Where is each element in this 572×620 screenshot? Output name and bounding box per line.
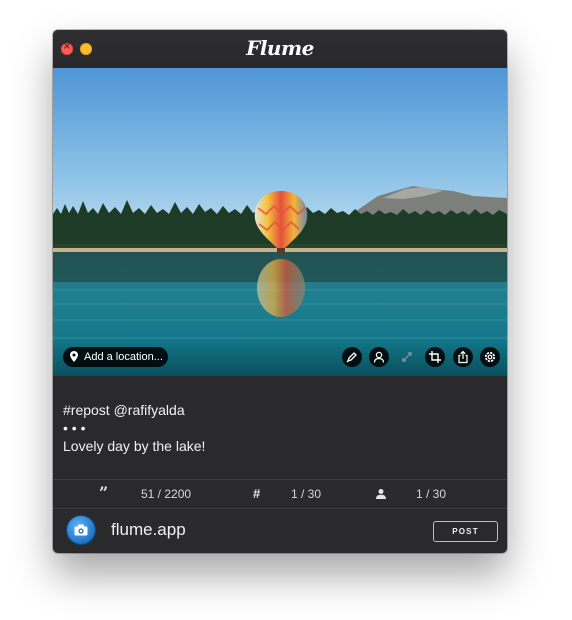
account-avatar[interactable] bbox=[67, 516, 95, 544]
caption-line: Lovely day by the lake! bbox=[63, 438, 206, 454]
share-button[interactable] bbox=[453, 347, 473, 367]
resize-tool-button[interactable] bbox=[397, 347, 417, 367]
post-button[interactable]: POST bbox=[433, 521, 498, 542]
camera-icon bbox=[74, 524, 88, 536]
caption-line: #repost @rafifyalda bbox=[63, 402, 185, 418]
account-name[interactable]: flume.app bbox=[111, 520, 186, 540]
pen-icon bbox=[346, 352, 357, 363]
quote-icon: ” bbox=[99, 483, 109, 502]
character-count: 51 / 2200 bbox=[141, 487, 192, 501]
mention-count: 1 / 30 bbox=[416, 487, 447, 501]
post-photo[interactable]: Add a location... bbox=[53, 68, 507, 376]
gear-icon bbox=[484, 351, 496, 363]
hashtag-icon: # bbox=[253, 486, 261, 501]
add-location-button[interactable]: Add a location... bbox=[63, 347, 168, 367]
crop-tool-button[interactable] bbox=[425, 347, 445, 367]
settings-button[interactable] bbox=[480, 347, 500, 367]
resize-icon bbox=[402, 352, 412, 362]
hashtag-count: 1 / 30 bbox=[291, 487, 322, 501]
tag-people-button[interactable] bbox=[369, 347, 389, 367]
app-logo: Flume bbox=[246, 36, 314, 60]
edit-tool-button[interactable] bbox=[342, 347, 362, 367]
footer-bar: flume.app POST bbox=[53, 509, 507, 553]
lake-balloon-image bbox=[53, 68, 507, 376]
title-bar: Flume bbox=[53, 30, 507, 69]
person-icon bbox=[376, 489, 386, 499]
location-pin-icon bbox=[70, 351, 78, 362]
counters-bar: ” 51 / 2200 # 1 / 30 1 / 30 bbox=[53, 479, 507, 509]
caption-text[interactable]: #repost @rafifyalda • • • Lovely day by … bbox=[63, 401, 493, 455]
share-icon bbox=[458, 350, 468, 364]
caption-line: • • • bbox=[63, 420, 86, 436]
add-location-label: Add a location... bbox=[84, 351, 163, 363]
user-tag-icon bbox=[373, 351, 385, 363]
crop-icon bbox=[429, 351, 441, 363]
flume-window: Flume bbox=[53, 30, 507, 553]
